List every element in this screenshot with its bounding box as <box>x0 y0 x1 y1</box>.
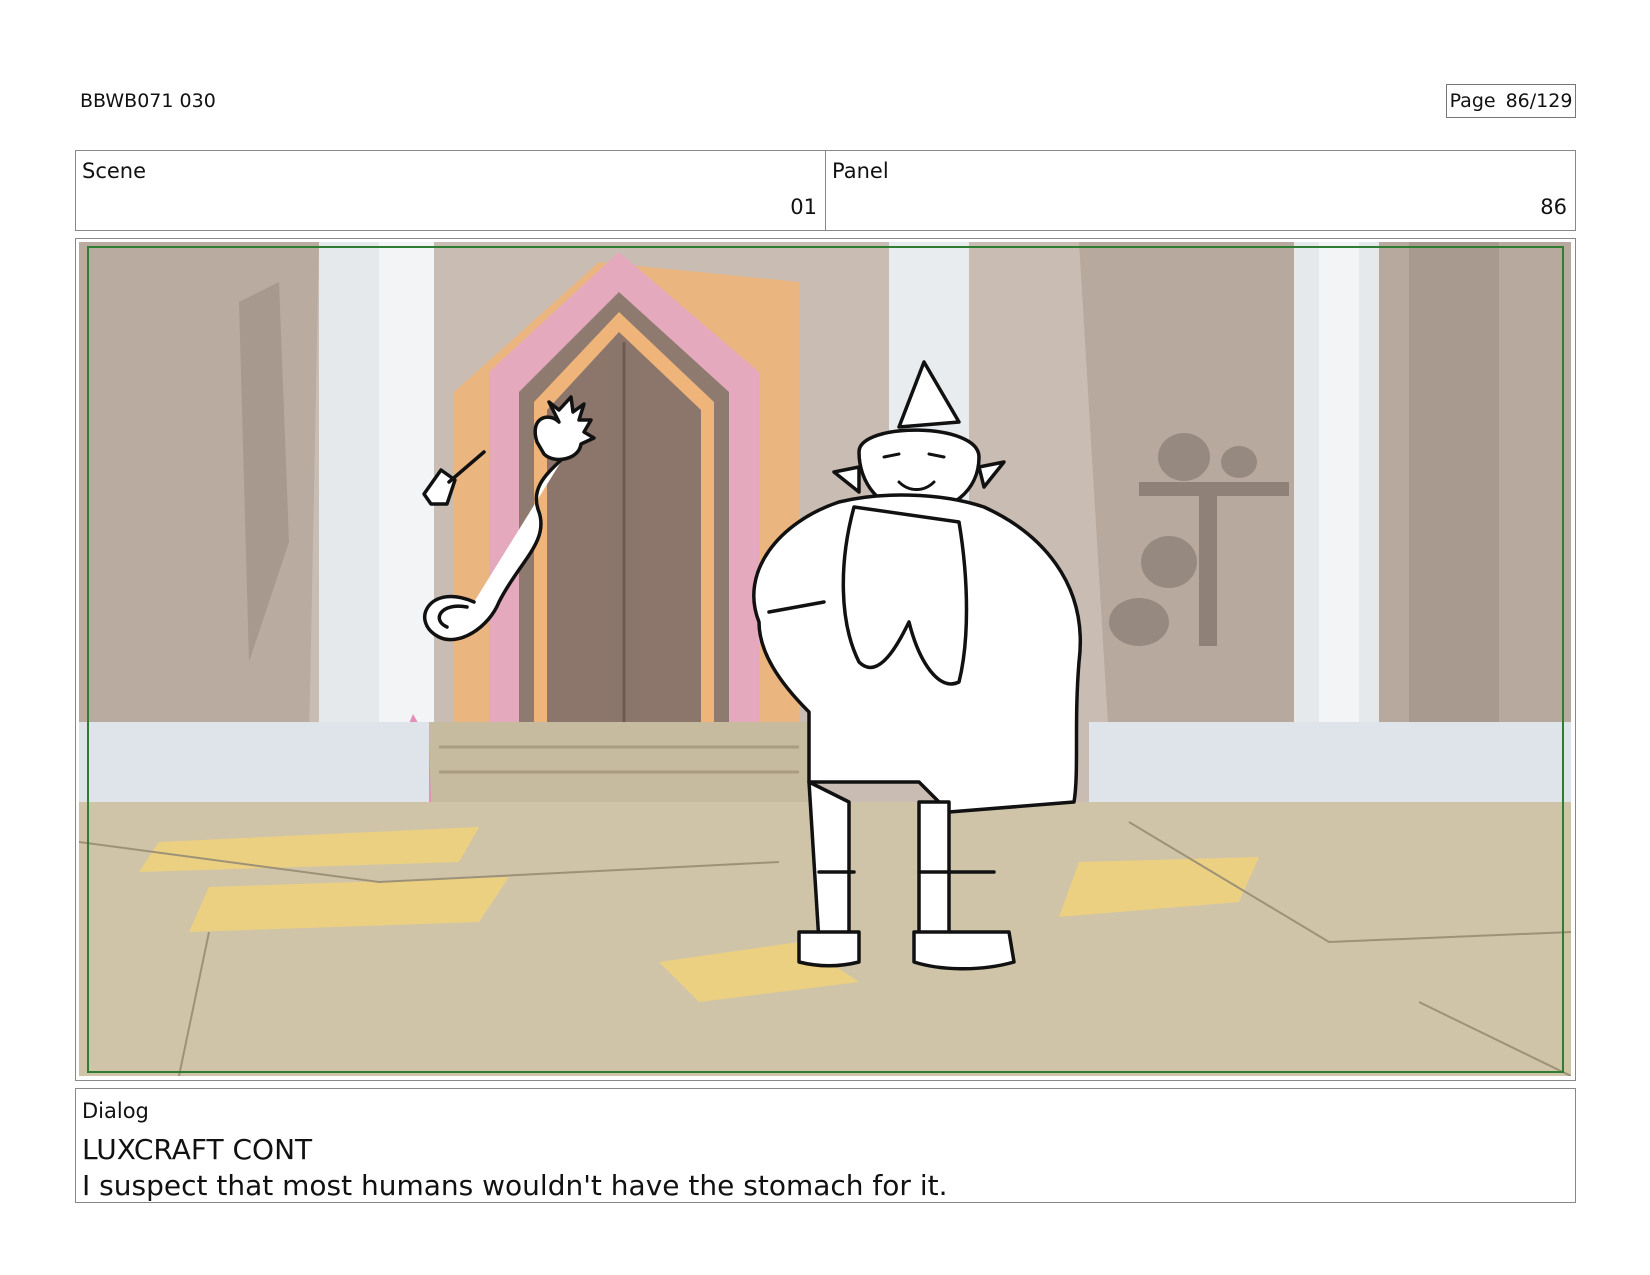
page-number: 86/129 <box>1505 90 1573 112</box>
scene-cell: Scene 01 <box>76 151 825 230</box>
document-id: BBWB071 030 <box>80 90 216 112</box>
dialog-line: I suspect that most humans wouldn't have… <box>82 1169 948 1202</box>
dialog-label: Dialog <box>82 1099 149 1123</box>
scene-number: 01 <box>790 195 817 219</box>
panel-number: 86 <box>1540 195 1567 219</box>
steps <box>429 722 809 802</box>
scene-panel-info: Scene 01 Panel 86 <box>75 150 1576 231</box>
storyboard-panel <box>75 238 1576 1081</box>
panel-label: Panel <box>832 159 889 183</box>
page-indicator: Page 86/129 <box>1446 84 1576 118</box>
page-label: Page <box>1449 90 1496 112</box>
dialog-speaker: LUXCRAFT CONT <box>82 1133 313 1166</box>
dialog-box: Dialog LUXCRAFT CONT I suspect that most… <box>75 1088 1576 1203</box>
panel-cell: Panel 86 <box>825 151 1575 230</box>
panel-illustration <box>79 242 1571 1076</box>
scene-label: Scene <box>82 159 147 183</box>
